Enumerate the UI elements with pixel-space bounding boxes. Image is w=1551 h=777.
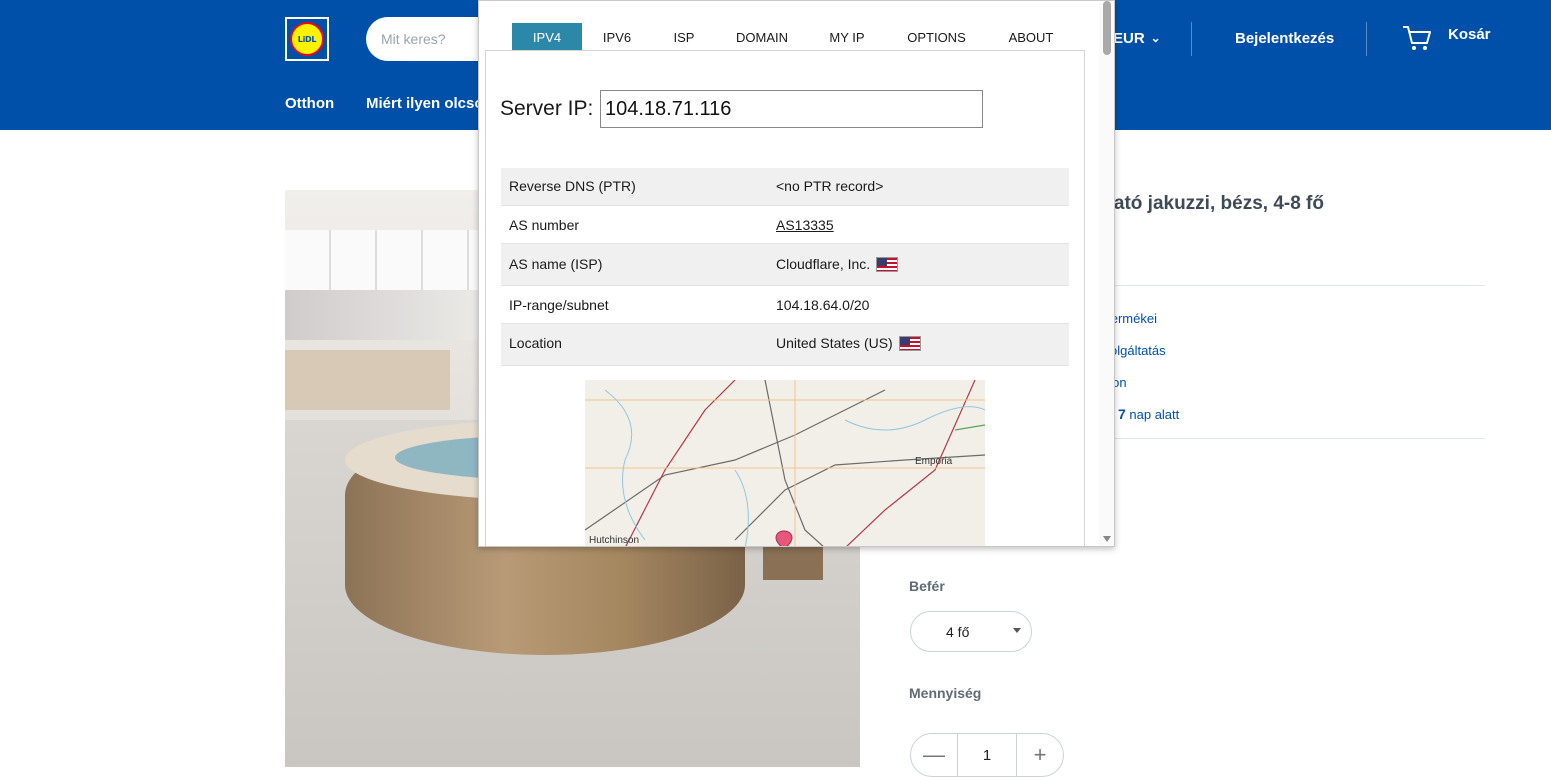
us-flag-icon	[898, 335, 921, 351]
product-title: jható jakuzzi, bézs, 4-8 fő	[1097, 193, 1324, 214]
chevron-down-icon: ⌄	[1150, 31, 1161, 45]
logo-text: LiDL	[290, 22, 324, 56]
currency-label: EUR	[1113, 30, 1145, 47]
popup-tabs: IPV4 IPV6 ISP DOMAIN MY IP OPTIONS ABOUT	[479, 23, 1099, 50]
cart-label: Kosár	[1448, 26, 1491, 43]
ip-lookup-popup: IPV4 IPV6 ISP DOMAIN MY IP OPTIONS ABOUT…	[478, 0, 1115, 547]
tab-isp[interactable]: ISP	[664, 23, 704, 50]
row-key: Reverse DNS (PTR)	[509, 178, 636, 194]
table-row: IP-range/subnet 104.18.64.0/20	[501, 286, 1069, 324]
popup-scrollbar[interactable]	[1099, 1, 1114, 546]
server-ip-field[interactable]: 104.18.71.116	[600, 90, 983, 128]
row-value: Cloudflare, Inc.	[776, 256, 899, 272]
ip-info-table: Reverse DNS (PTR) <no PTR record> AS num…	[501, 168, 1069, 366]
as-number-link[interactable]: AS13335	[776, 217, 834, 233]
header-divider	[1191, 22, 1192, 56]
capacity-label: Befér	[909, 578, 945, 594]
capacity-select[interactable]: 4 fő	[910, 611, 1032, 652]
map-label-hutchinson: Hutchinson	[589, 535, 640, 546]
quantity-label: Mennyiség	[909, 685, 982, 701]
map-label-emporia: Emporia	[915, 456, 953, 467]
row-key: Location	[509, 335, 562, 351]
search-input[interactable]: Mit keres?	[366, 17, 496, 61]
divider	[1097, 438, 1485, 439]
row-value: <no PTR record>	[776, 178, 884, 194]
nav-item-why-cheap[interactable]: Miért ilyen olcsó?	[366, 95, 493, 112]
table-row: AS name (ISP) Cloudflare, Inc.	[501, 244, 1069, 286]
quantity-stepper: — 1 +	[910, 733, 1064, 777]
location-map[interactable]: Emporia Hutchinson	[585, 380, 985, 546]
quantity-increase-button[interactable]: +	[1016, 734, 1063, 776]
row-key: AS name (ISP)	[509, 256, 603, 272]
tab-ipv6[interactable]: IPV6	[592, 23, 642, 50]
row-key: AS number	[509, 217, 580, 233]
search-placeholder: Mit keres?	[381, 31, 446, 47]
nav-item-otthon[interactable]: Otthon	[285, 95, 334, 112]
tab-about[interactable]: ABOUT	[1001, 23, 1061, 50]
capacity-value: 4 fő	[946, 624, 970, 640]
tab-domain[interactable]: DOMAIN	[729, 23, 795, 50]
table-row: AS number AS13335	[501, 206, 1069, 244]
caret-down-icon	[1013, 628, 1021, 633]
map-pin-icon	[775, 530, 793, 546]
quantity-decrease-button[interactable]: —	[911, 734, 958, 776]
scrollbar-thumb[interactable]	[1103, 1, 1111, 55]
row-value: 104.18.64.0/20	[776, 297, 870, 313]
scroll-down-icon[interactable]	[1103, 536, 1111, 542]
server-ip-label: Server IP:	[500, 97, 594, 120]
row-value: United States (US)	[776, 335, 921, 351]
table-row: Location United States (US)	[501, 324, 1069, 366]
currency-selector[interactable]: EUR ⌄	[1113, 30, 1161, 47]
quantity-value[interactable]: 1	[957, 747, 1017, 764]
divider	[1097, 285, 1485, 286]
cart-icon	[1403, 26, 1431, 50]
row-key: IP-range/subnet	[509, 297, 609, 313]
header-divider	[1366, 22, 1367, 56]
tab-ipv4[interactable]: IPV4	[512, 23, 582, 50]
login-link[interactable]: Bejelentkezés	[1235, 30, 1334, 47]
lidl-logo[interactable]: LiDL	[285, 17, 329, 61]
tab-options[interactable]: OPTIONS	[899, 23, 974, 50]
us-flag-icon	[876, 256, 899, 272]
table-row: Reverse DNS (PTR) <no PTR record>	[501, 168, 1069, 206]
tab-my-ip[interactable]: MY IP	[822, 23, 872, 50]
